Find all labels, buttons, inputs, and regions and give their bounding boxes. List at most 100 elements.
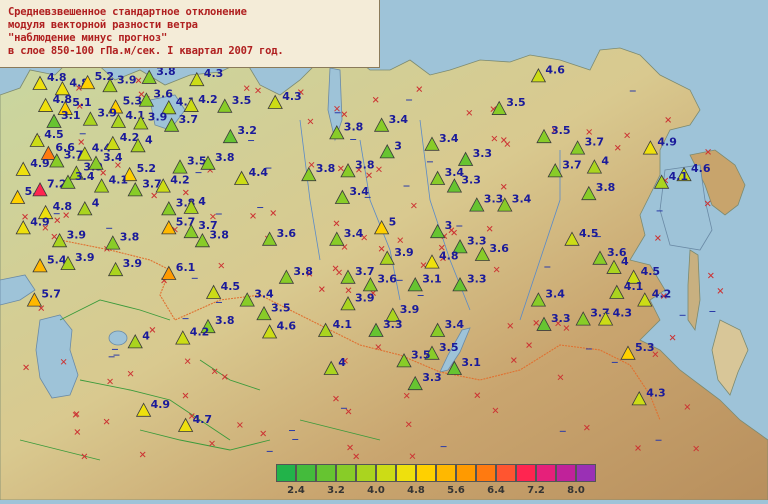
station-value: 3.3 <box>467 234 487 247</box>
station-value: 4.8 <box>439 250 459 263</box>
station-value: 3.8 <box>316 162 336 175</box>
station-value: 3.4 <box>439 132 459 145</box>
station-value: 5.3 <box>635 341 655 354</box>
title-box: Средневзвешенное стандартное отклонение … <box>0 0 380 68</box>
station-value: 4.1 <box>669 170 689 183</box>
station-value: 3.9 <box>117 73 137 86</box>
station-value: 3.9 <box>394 246 414 259</box>
station-value: 4.9 <box>30 215 50 228</box>
legend-swatch <box>416 464 436 482</box>
station-value: 3.4 <box>545 288 565 301</box>
legend-swatch <box>436 464 456 482</box>
title-line-4: в слое 850-100 гПа.м/сек. I квартал 2007… <box>8 45 284 57</box>
station-value: 3 <box>445 219 453 232</box>
station-value: 3.3 <box>467 272 487 285</box>
legend-label: 7.2 <box>527 485 545 496</box>
map-svg[interactable]: 4.8 4.8 5.2 3.93.8 4.34.8 5.1 5.33.64.1 4.2 3.5 4… <box>0 0 768 501</box>
station-value: 4.7 <box>193 413 213 426</box>
station-value: 3 <box>394 139 402 152</box>
legend-label: 5.6 <box>447 485 465 496</box>
station-value: 3.2 <box>237 124 257 137</box>
station-value: 3.8 <box>209 228 229 241</box>
station-value: 3.4 <box>103 151 123 164</box>
station-value: 4.3 <box>646 386 666 399</box>
legend-swatch <box>476 464 496 482</box>
station-value: 3.4 <box>445 318 465 331</box>
legend-label: 8.0 <box>567 485 585 496</box>
station-value: 3.5 <box>232 94 252 107</box>
legend-swatch <box>336 464 356 482</box>
station-value: 3.1 <box>461 356 481 369</box>
station-value: 3.4 <box>254 288 274 301</box>
station-value: 3.4 <box>389 113 409 126</box>
station-value: 4.6 <box>545 63 565 76</box>
station-value: 4.5 <box>579 227 599 240</box>
station-value: 4.8 <box>47 71 67 84</box>
map-canvas[interactable]: 4.8 4.8 5.2 3.9 3.8 4.3 4.8 5.1 5.3 3.6 4.1 4.2 3.5 4… <box>0 0 768 501</box>
station-value: 5 <box>389 215 397 228</box>
legend-swatch <box>396 464 416 482</box>
station-value: 4.2 <box>190 326 210 339</box>
station-value: 3.9 <box>67 228 87 241</box>
station-value: 3.9 <box>75 251 95 264</box>
station-value: 3.3 <box>473 147 493 160</box>
station-value: 3.8 <box>355 158 375 171</box>
legend-label: 3.2 <box>327 485 345 496</box>
station-value: 4 <box>92 196 100 209</box>
station-value: 5.1 <box>72 96 92 109</box>
station-value: 4 <box>142 329 150 342</box>
station-value: 3.8 <box>293 265 313 278</box>
legend-swatch <box>296 464 316 482</box>
station-value: 3.9 <box>400 303 420 316</box>
station-value: 4.5 <box>221 280 241 293</box>
station-value: 4.2 <box>198 93 218 106</box>
title-line-2: модуля векторной разности ветра <box>8 19 198 31</box>
station-value: 3.3 <box>484 193 504 206</box>
legend-swatch <box>536 464 556 482</box>
station-value: 3.4 <box>75 170 95 183</box>
station-value: 3.8 <box>596 181 616 194</box>
station-value: 3.8 <box>344 120 364 133</box>
legend-swatch <box>356 464 376 482</box>
station-value: 4.1 <box>333 318 353 331</box>
legend-swatch <box>496 464 516 482</box>
station-value: 4.3 <box>282 90 302 103</box>
station-value: 3.4 <box>344 227 364 240</box>
station-value: 4.1 <box>624 280 644 293</box>
title-line-3: "наблюдение минус прогноз" <box>8 32 168 44</box>
legend-swatch <box>376 464 396 482</box>
station-value: 3.5 <box>506 96 526 109</box>
station-value: 5.3 <box>123 95 143 108</box>
station-value: 4.6 <box>691 162 711 175</box>
station-value: 4.5 <box>641 265 661 278</box>
legend-swatch <box>316 464 336 482</box>
aral-sea <box>108 330 128 346</box>
station-value: 4.4 <box>249 166 269 179</box>
station-value: 3.9 <box>148 111 168 124</box>
station-value: 4.9 <box>30 157 50 170</box>
station-value: 3.6 <box>377 272 397 285</box>
station-value: 4 <box>145 133 153 146</box>
station-value: 4.2 <box>652 288 672 301</box>
legend-swatch <box>556 464 576 482</box>
station-value: 3.5 <box>411 348 431 361</box>
station-value: 4 <box>198 195 206 208</box>
station-value: 3.4 <box>512 193 532 206</box>
station-value: 3.5 <box>271 301 291 314</box>
station-value: 3.3 <box>422 371 442 384</box>
station-value: 3.4 <box>349 185 369 198</box>
station-value: 3.5 <box>551 124 571 137</box>
station-value: 3.9 <box>355 291 375 304</box>
legend-label: 4.8 <box>407 485 425 496</box>
station-value: 3.7 <box>179 113 199 126</box>
legend-swatch <box>276 464 296 482</box>
station-value: 3.8 <box>215 314 235 327</box>
station-value: 3.7 <box>64 149 84 162</box>
station-value: 4.5 <box>44 128 64 141</box>
station-value: 4.8 <box>53 200 73 213</box>
legend-label: 2.4 <box>287 485 305 496</box>
station-value: 4 <box>621 255 629 268</box>
station-value: 3.5 <box>439 341 459 354</box>
legend-label: 6.4 <box>487 485 505 496</box>
station-value: 3.7 <box>585 136 605 149</box>
